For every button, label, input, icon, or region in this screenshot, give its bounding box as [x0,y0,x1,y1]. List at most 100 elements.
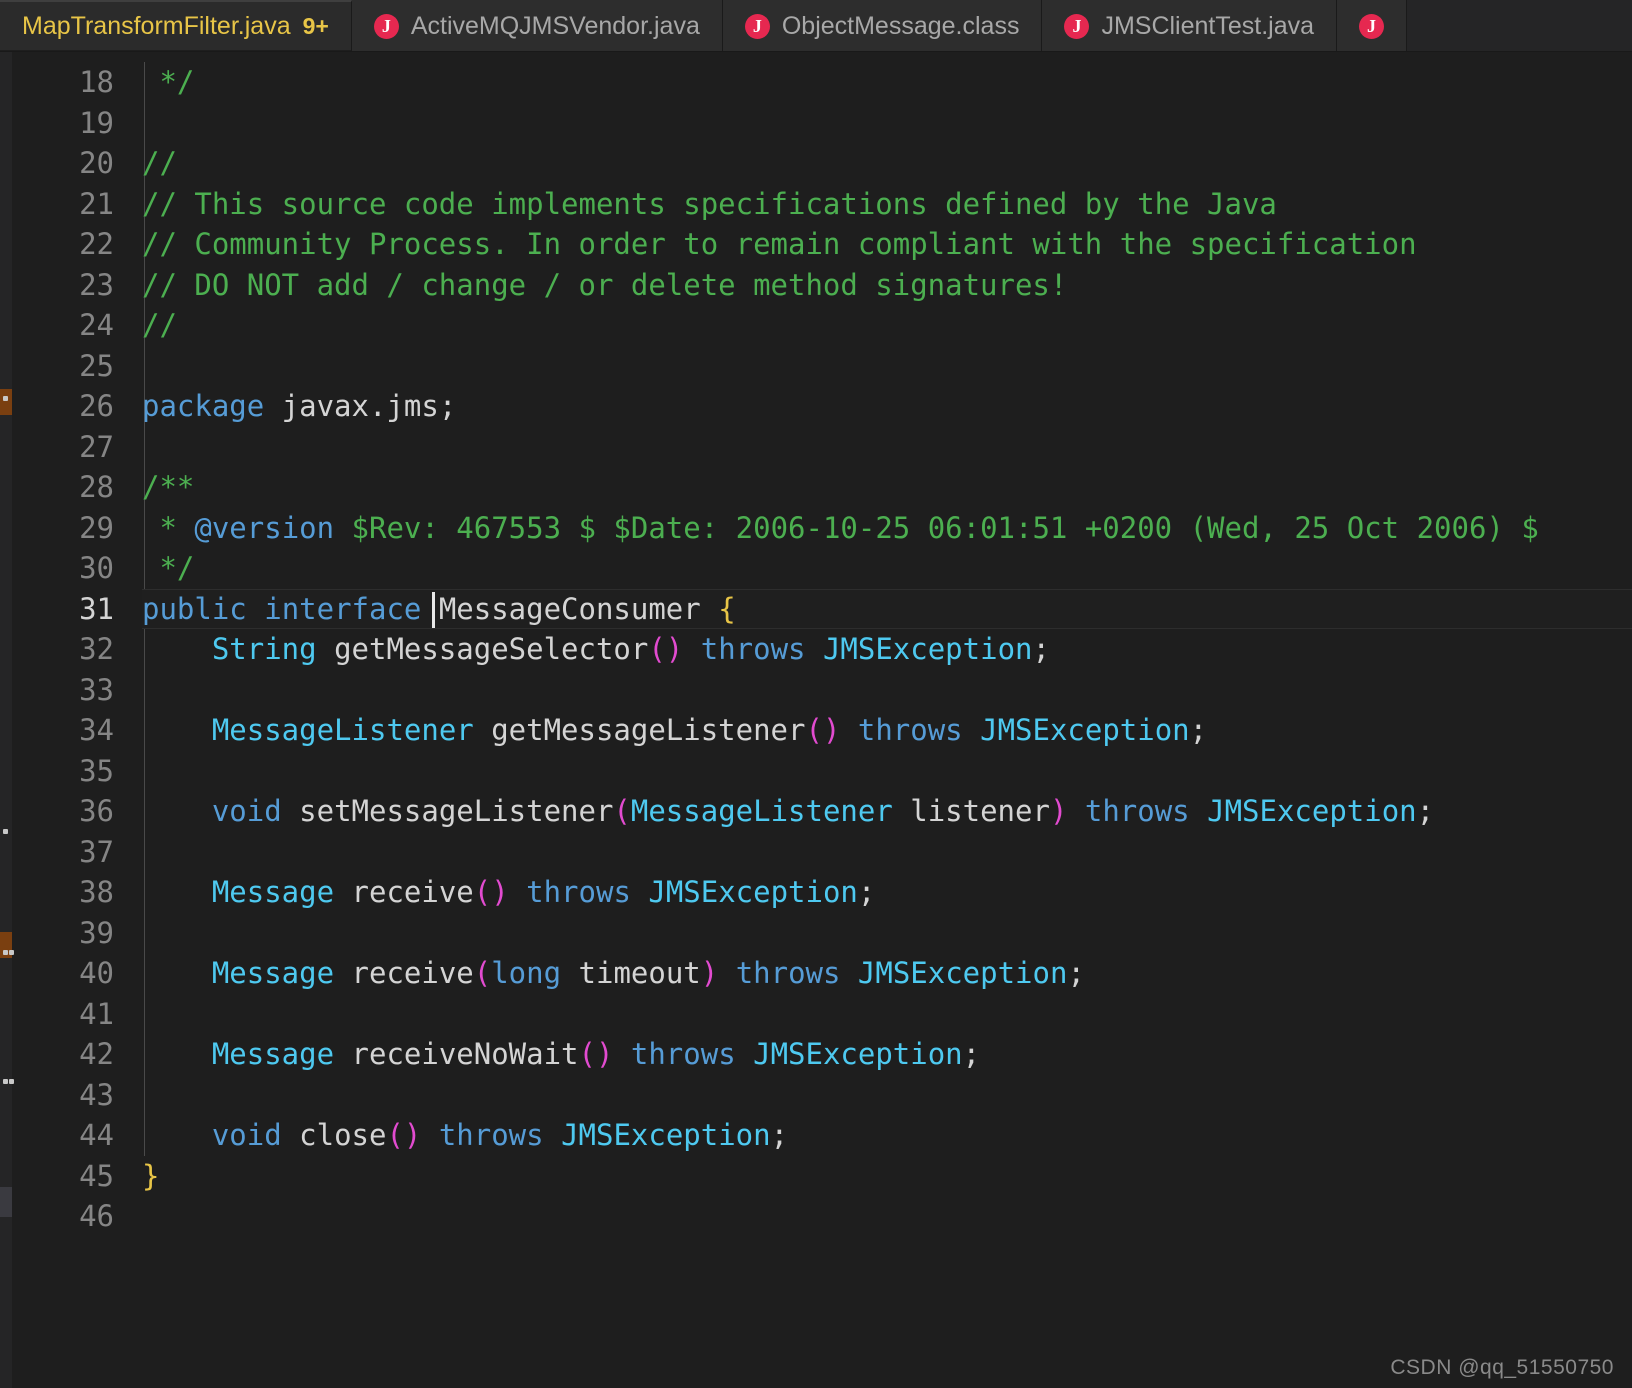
code-token: JMSException [753,1037,963,1071]
code-line[interactable]: // Community Process. In order to remain… [142,224,1632,265]
code-token: throws [857,713,963,747]
line-number: 44 [79,1118,114,1152]
editor-tab-label: ActiveMQJMSVendor.java [410,11,700,40]
overview-ruler-marker[interactable] [3,1079,8,1084]
code-line[interactable]: void close() throws JMSException; [142,1115,1632,1156]
overview-ruler-marker[interactable] [0,389,12,415]
code-token: throws [700,632,806,666]
code-line[interactable]: package javax.jms; [142,386,1632,427]
code-line[interactable]: public interface MessageConsumer { [142,588,1632,629]
overview-ruler-marker[interactable] [0,1187,12,1217]
watermark-label: CSDN @qq_51550750 [1390,1356,1614,1379]
code-line[interactable]: /** [142,467,1632,508]
editor-tab-objectmessage-class[interactable]: J ObjectMessage.class [722,0,1043,51]
line-number: 23 [79,267,114,302]
editor-tab-activemqjmsvendor-java[interactable]: J ActiveMQJMSVendor.java [351,0,723,51]
overview-ruler-marker[interactable] [3,396,8,401]
overview-ruler-marker[interactable] [9,1079,14,1084]
code-line[interactable] [142,103,1632,144]
code-token: package [142,389,265,423]
code-token: ( [613,794,631,828]
code-line[interactable]: // DO NOT add / change / or delete metho… [142,265,1632,306]
code-line[interactable] [142,751,1632,792]
code-line[interactable]: String getMessageSelector() throws JMSEx… [142,629,1632,670]
code-line[interactable] [142,670,1632,711]
java-file-icon: J [373,13,399,39]
overview-ruler-marker[interactable] [3,829,8,834]
code-line[interactable]: // [142,143,1632,184]
code-token: */ [159,65,195,99]
editor-tab-maptransformfilter-java[interactable]: MapTransformFilter.java 9+ [0,0,352,51]
overview-ruler-marker[interactable] [9,950,14,955]
overview-ruler[interactable] [0,52,14,1388]
code-token: // This source code implements specifica… [142,186,1277,221]
code-editor[interactable]: 18 19 20 21 22 23 24 25 26 27 28 29 30 31 32 33 34 35 36 37… [0,52,1632,1388]
code-token: throws [630,1037,736,1071]
code-token: getMessageListener [473,713,806,747]
code-line[interactable] [142,1196,1632,1237]
code-token: setMessageListener [281,794,614,828]
code-line[interactable]: Message receive() throws JMSException; [142,872,1632,913]
code-line[interactable] [142,913,1632,954]
line-number: 32 [79,632,114,666]
code-line[interactable]: } [142,1156,1632,1197]
editor-tab-jmsclienttest-java[interactable]: J JMSClientTest.java [1042,0,1338,51]
code-token: () [473,875,509,909]
code-token: // DO NOT add / change / or delete metho… [142,267,1068,302]
editor-tab-label: MapTransformFilter.java [22,11,291,40]
code-line[interactable]: // [142,305,1632,346]
code-line[interactable]: // This source code implements specifica… [142,184,1632,225]
code-token: listener [892,794,1050,828]
code-line[interactable]: Message receiveNoWait() throws JMSExcept… [142,1034,1632,1075]
editor-tab-overflow[interactable]: J [1337,0,1408,51]
code-token: Message [211,1037,335,1071]
code-line[interactable] [142,1075,1632,1116]
line-number: 18 [79,65,114,99]
code-token: close [281,1118,387,1152]
code-token: ; [857,875,876,909]
code-token: JMSException [561,1118,771,1152]
line-number: 25 [79,348,114,383]
code-line[interactable] [142,427,1632,468]
java-file-icon: J [1359,13,1385,39]
code-line[interactable]: Message receive(long timeout) throws JMS… [142,953,1632,994]
code-line[interactable] [142,832,1632,873]
code-token: ( [473,956,492,990]
code-token: () [805,713,841,747]
code-surface[interactable]: */ // // This source code implements spec… [142,52,1632,1388]
code-line[interactable]: */ [142,62,1632,103]
code-token: timeout [561,956,701,990]
line-number: 40 [79,956,114,990]
code-token: () [386,1118,422,1152]
code-line[interactable]: void setMessageListener(MessageListener … [142,791,1632,832]
code-token: throws [526,875,631,909]
code-token: ; [1189,713,1208,747]
line-number: 39 [79,915,114,950]
code-line[interactable]: */ [142,548,1632,589]
code-line[interactable]: MessageListener getMessageListener() thr… [142,710,1632,751]
line-number: 33 [79,672,114,707]
code-line[interactable] [142,346,1632,387]
code-token: void [211,1118,282,1152]
text-caret [432,591,435,628]
code-token: () [578,1037,614,1071]
code-token: // [142,308,177,342]
code-text[interactable]: */ // // This source code implements spec… [142,62,1632,1237]
code-token: ; [770,1118,789,1152]
editor-tab-label: ObjectMessage.class [781,11,1020,40]
code-line[interactable] [142,994,1632,1035]
code-line[interactable]: * @version $Rev: 467553 $ $Date: 2006-10… [142,508,1632,549]
code-token: Message [211,956,335,990]
code-token: javax.jms; [264,389,457,423]
overview-ruler-marker[interactable] [3,950,8,955]
line-number: 31 [79,591,114,626]
editor-tab-bar[interactable]: MapTransformFilter.java 9+ J ActiveMQJMSVen… [0,0,1632,52]
code-token: throws [438,1118,544,1152]
